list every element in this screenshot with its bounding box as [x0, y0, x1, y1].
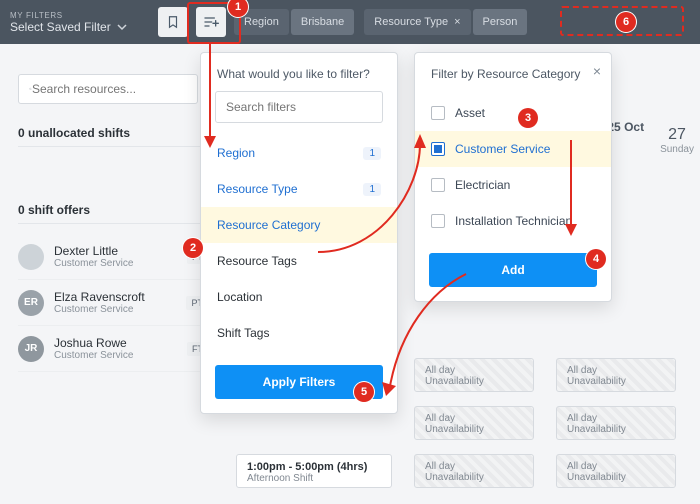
- bookmark-button[interactable]: [158, 7, 188, 37]
- resource-search[interactable]: [18, 74, 198, 104]
- filter-toolbar: MY FILTERS Select Saved Filter Region Br…: [0, 0, 700, 44]
- resource-role: Customer Service: [54, 350, 177, 361]
- checkbox[interactable]: [431, 178, 445, 192]
- close-icon: ×: [593, 63, 601, 79]
- chip-remove-icon[interactable]: ×: [454, 16, 460, 28]
- resource-name: Elza Ravenscroft: [54, 290, 176, 304]
- resource-row[interactable]: ER Elza Ravenscroft Customer Service PT: [18, 280, 208, 326]
- category-item-electrician[interactable]: Electrician: [415, 167, 611, 203]
- unavailability-slot[interactable]: All day Unavailability: [414, 454, 534, 488]
- filter-chip-region: Region Brisbane: [234, 9, 356, 35]
- resource-name: Dexter Little: [54, 244, 177, 258]
- filter-item-resource-category[interactable]: Resource Category: [201, 207, 397, 243]
- resource-search-input[interactable]: [32, 82, 187, 96]
- filter-search[interactable]: [215, 91, 383, 123]
- category-item-customer-service[interactable]: Customer Service: [415, 131, 611, 167]
- chip-value[interactable]: Brisbane: [291, 9, 354, 35]
- chip-value[interactable]: Person: [473, 9, 528, 35]
- filter-item-resource-tags[interactable]: Resource Tags: [201, 243, 397, 279]
- filter-chip-resource-type: Resource Type× Person: [364, 9, 529, 35]
- unavailability-slot[interactable]: All day Unavailability: [556, 406, 676, 440]
- unallocated-heading: 0 unallocated shifts: [18, 126, 208, 147]
- unavailability-slot[interactable]: All day Unavailability: [414, 358, 534, 392]
- saved-filter-value: Select Saved Filter: [10, 20, 111, 34]
- apply-filters-button[interactable]: Apply Filters: [215, 365, 383, 399]
- checkbox[interactable]: [431, 142, 445, 156]
- unavailability-slot[interactable]: All day Unavailability: [556, 454, 676, 488]
- chip-label[interactable]: Resource Type×: [364, 9, 470, 35]
- category-item-installation-technician[interactable]: Installation Technician: [415, 203, 611, 239]
- unavailability-slot[interactable]: All day Unavailability: [414, 406, 534, 440]
- resource-name: Joshua Rowe: [54, 336, 177, 350]
- unavailability-slot[interactable]: All day Unavailability: [556, 358, 676, 392]
- resource-row[interactable]: Dexter Little Customer Service FT: [18, 234, 208, 280]
- filter-search-input[interactable]: [226, 100, 381, 114]
- resource-category-panel: Filter by Resource Category × Asset Cust…: [414, 52, 612, 302]
- checkbox[interactable]: [431, 214, 445, 228]
- filter-type-panel: What would you like to filter? Region1 R…: [200, 52, 398, 414]
- calendar-day[interactable]: 27 Sunday: [660, 120, 694, 155]
- shift-offers-heading: 0 shift offers: [18, 203, 208, 224]
- avatar: ER: [18, 290, 44, 316]
- chip-label[interactable]: Region: [234, 9, 289, 35]
- shift-slot[interactable]: 1:00pm - 5:00pm (4hrs) Afternoon Shift: [236, 454, 392, 488]
- resource-row[interactable]: JR Joshua Rowe Customer Service FT: [18, 326, 208, 372]
- filter-item-location[interactable]: Location: [201, 279, 397, 315]
- add-button[interactable]: Add: [429, 253, 597, 287]
- avatar: [18, 244, 44, 270]
- category-item-asset[interactable]: Asset: [415, 95, 611, 131]
- avatar: JR: [18, 336, 44, 362]
- chevron-down-icon: [117, 22, 127, 32]
- filter-item-shift-tags[interactable]: Shift Tags: [201, 315, 397, 351]
- resource-role: Customer Service: [54, 258, 177, 269]
- panel-title: Filter by Resource Category: [415, 53, 611, 91]
- my-filters[interactable]: MY FILTERS Select Saved Filter: [10, 11, 150, 34]
- bookmark-icon: [166, 15, 180, 29]
- panel-title: What would you like to filter?: [201, 53, 397, 91]
- filter-item-resource-type[interactable]: Resource Type1: [201, 171, 397, 207]
- resource-role: Customer Service: [54, 304, 176, 315]
- add-filter-icon: [203, 15, 219, 29]
- saved-filter-select[interactable]: Select Saved Filter: [10, 20, 150, 34]
- my-filters-label: MY FILTERS: [10, 11, 150, 20]
- close-button[interactable]: ×: [593, 63, 601, 79]
- add-filter-button[interactable]: [196, 7, 226, 37]
- checkbox[interactable]: [431, 106, 445, 120]
- filter-item-region[interactable]: Region1: [201, 135, 397, 171]
